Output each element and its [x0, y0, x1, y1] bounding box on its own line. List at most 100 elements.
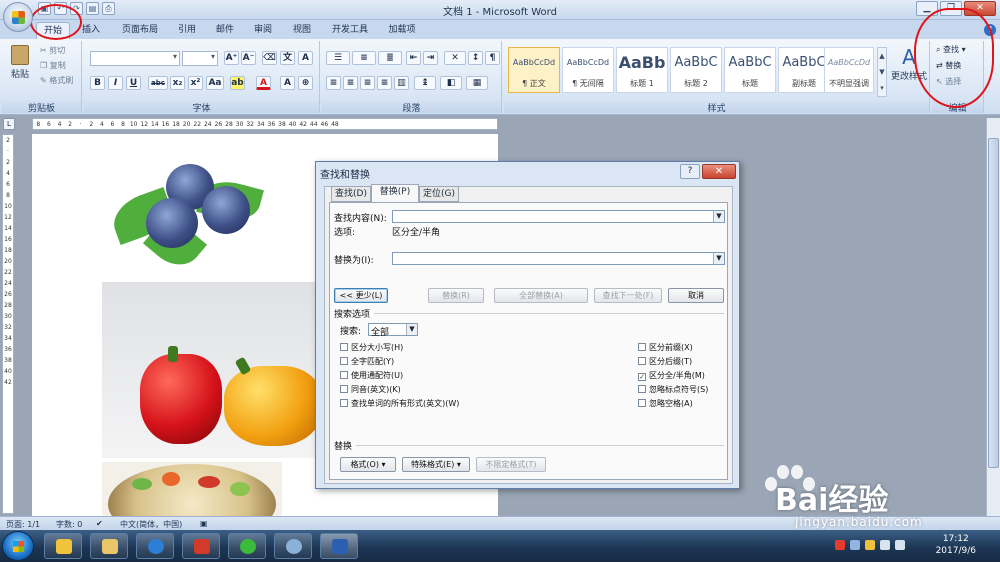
underline-button[interactable]: U	[126, 76, 141, 90]
tab-developer[interactable]: 开发工具	[326, 22, 374, 39]
task-messenger[interactable]	[44, 533, 82, 559]
no-formatting-button[interactable]: 不限定格式(T)	[476, 457, 546, 472]
match-case-checkbox[interactable]: 区分大小写(H)	[340, 342, 403, 353]
match-prefix-checkbox[interactable]: 区分前缀(X)	[638, 342, 693, 353]
find-what-input[interactable]: ▼	[392, 210, 725, 223]
format-button[interactable]: 格式(O) ▾	[340, 457, 396, 472]
tab-goto[interactable]: 定位(G)	[419, 186, 459, 202]
show-marks-icon[interactable]: ¶	[485, 51, 500, 65]
replace-with-input[interactable]: ▼	[392, 252, 725, 265]
match-suffix-checkbox[interactable]: 区分后缀(T)	[638, 356, 692, 367]
style-heading-1[interactable]: AaBb 标题 1	[616, 47, 668, 93]
align-center-icon[interactable]: ≡	[343, 76, 358, 90]
tab-review[interactable]: 审阅	[248, 22, 278, 39]
copy-button[interactable]: ❐ 复制	[40, 60, 66, 71]
font-size-combo[interactable]	[182, 51, 218, 66]
cut-button[interactable]: ✂ 剪切	[40, 45, 65, 56]
word-count[interactable]: 字数: 0	[56, 519, 82, 530]
replace-all-button[interactable]: 全部替换(A)	[494, 288, 588, 303]
salad-image[interactable]	[102, 462, 282, 518]
style-normal[interactable]: AaBbCcDd ¶ 正文	[508, 47, 560, 93]
bullets-icon[interactable]: ☰	[326, 51, 350, 65]
find-next-button[interactable]: 查找下一处(F)	[594, 288, 662, 303]
start-button[interactable]	[2, 531, 34, 561]
sort-icon[interactable]: ↕	[468, 51, 483, 65]
vertical-ruler[interactable]: 2 · 2 4 6 8 10 12 14 16 18 20 22 24 26 28 30 32 34 36 38 40 42	[2, 134, 14, 514]
network-icon[interactable]	[880, 540, 890, 550]
multilevel-list-icon[interactable]: ≣	[378, 51, 402, 65]
tray-icon-2[interactable]	[850, 540, 860, 550]
wildcards-checkbox[interactable]: 使用通配符(U)	[340, 370, 403, 381]
align-left-icon[interactable]: ≡	[326, 76, 341, 90]
ignore-spaces-checkbox[interactable]: 忽略空格(A)	[638, 398, 693, 409]
page-count[interactable]: 页面: 1/1	[6, 519, 40, 530]
bold-button[interactable]: B	[90, 76, 105, 90]
chevron-down-icon[interactable]: ▼	[713, 253, 724, 264]
grow-font-button[interactable]: A⁺	[224, 51, 239, 65]
shading-icon[interactable]: ◧	[440, 76, 462, 90]
task-recorder[interactable]	[182, 533, 220, 559]
tab-selector[interactable]: L	[3, 118, 15, 130]
font-name-combo[interactable]	[90, 51, 180, 66]
decrease-indent-icon[interactable]: ⇤	[406, 51, 421, 65]
tab-view[interactable]: 视图	[287, 22, 317, 39]
style-no-spacing[interactable]: AaBbCcDd ¶ 无间隔	[562, 47, 614, 93]
highlight-icon[interactable]: ab	[230, 76, 245, 90]
char-shading-icon[interactable]: A	[280, 76, 295, 90]
phonetic-guide-button[interactable]: 文	[280, 51, 295, 65]
dialog-help-button[interactable]: ?	[680, 164, 700, 179]
volume-icon[interactable]	[895, 540, 905, 550]
line-spacing-icon[interactable]: ↨	[414, 76, 436, 90]
superscript-button[interactable]: x²	[188, 76, 203, 90]
less-button[interactable]: << 更少(L)	[334, 288, 388, 303]
style-subtitle[interactable]: AaBbC 副标题	[778, 47, 830, 93]
horizontal-ruler[interactable]: 8 6 4 2 · 2 4 6 8 10 12 14 16 18 20 22 24 26 28 30 32 34 36 38 4…	[32, 118, 498, 130]
strikethrough-button[interactable]: abc	[148, 76, 168, 90]
chevron-down-icon[interactable]: ▼	[713, 211, 724, 222]
language-indicator[interactable]: 中文(简体，中国)	[120, 519, 182, 530]
match-width-checkbox[interactable]: ✓ 区分全/半角(M)	[638, 370, 705, 381]
tab-references[interactable]: 引用	[172, 22, 202, 39]
tab-page-layout[interactable]: 页面布局	[116, 22, 164, 39]
borders-icon[interactable]: ▦	[466, 76, 488, 90]
scrollbar-thumb[interactable]	[988, 138, 999, 468]
tab-find[interactable]: 查找(D)	[331, 186, 371, 202]
task-paint[interactable]	[274, 533, 312, 559]
enclose-char-icon[interactable]: ⊕	[298, 76, 313, 90]
clock[interactable]: 17:12 2017/9/6	[936, 533, 976, 557]
task-wechat[interactable]	[228, 533, 266, 559]
special-button[interactable]: 特殊格式(E) ▾	[402, 457, 470, 472]
blueberry-image[interactable]	[106, 160, 264, 276]
search-direction-select[interactable]: 全部 ▼	[368, 323, 418, 338]
increase-indent-icon[interactable]: ⇥	[423, 51, 438, 65]
task-explorer[interactable]	[90, 533, 128, 559]
sounds-like-checkbox[interactable]: 同音(英文)(K)	[340, 384, 401, 395]
chevron-down-icon[interactable]: ▼	[406, 324, 417, 335]
italic-button[interactable]: I	[108, 76, 123, 90]
subscript-button[interactable]: x₂	[170, 76, 185, 90]
word-forms-checkbox[interactable]: 查找单词的所有形式(英文)(W)	[340, 398, 459, 409]
tab-replace[interactable]: 替换(P)	[371, 184, 419, 202]
style-heading-2[interactable]: AaBbC 标题 2	[670, 47, 722, 93]
office-button[interactable]	[3, 2, 33, 32]
styles-gallery-scroll[interactable]: ▲ ▼ ▾	[877, 47, 887, 97]
proofing-icon[interactable]: ✔	[96, 519, 103, 528]
font-color-button[interactable]: A	[256, 76, 271, 90]
task-sogou[interactable]	[136, 533, 174, 559]
task-word[interactable]	[320, 533, 358, 559]
style-subtle-emphasis[interactable]: AaBbCcDd 不明显强调	[824, 47, 874, 93]
sogou-tray-icon[interactable]	[835, 540, 845, 550]
tray-icon-3[interactable]	[865, 540, 875, 550]
shrink-font-button[interactable]: A⁻	[241, 51, 256, 65]
clear-format-button[interactable]: ⌫	[262, 51, 277, 65]
align-right-icon[interactable]: ≡	[360, 76, 375, 90]
change-case-button[interactable]: Aa	[206, 76, 224, 90]
numbering-icon[interactable]: ≡	[352, 51, 376, 65]
format-painter-button[interactable]: ✎ 格式刷	[40, 75, 73, 86]
cancel-button[interactable]: 取消	[668, 288, 724, 303]
replace-button[interactable]: 替换(R)	[428, 288, 484, 303]
dialog-close-button[interactable]: ✕	[702, 164, 736, 179]
justify-icon[interactable]: ≡	[377, 76, 392, 90]
chinese-layout-icon[interactable]: ✕	[444, 51, 466, 65]
tab-mailings[interactable]: 邮件	[210, 22, 240, 39]
